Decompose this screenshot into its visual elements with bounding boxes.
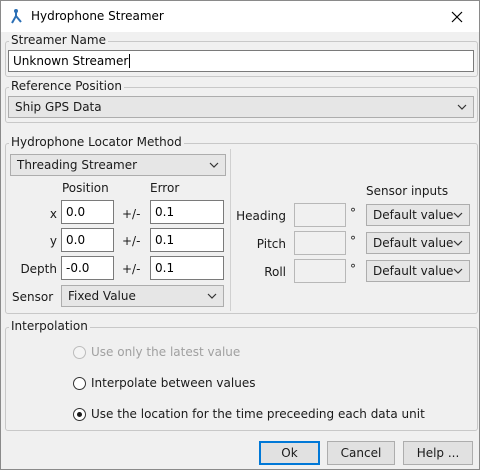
depth-position-input[interactable]: -0.0 — [61, 256, 114, 280]
roll-sensor-select[interactable]: Default value — [366, 260, 470, 282]
locator-method-select[interactable]: Threading Streamer — [10, 154, 226, 176]
title-bar[interactable]: Hydrophone Streamer — [1, 1, 479, 32]
depth-error-value: 0.1 — [155, 261, 175, 275]
radio-button-interpolate[interactable] — [73, 376, 86, 390]
streamer-name-value: Unknown Streamer — [13, 54, 129, 68]
cancel-button[interactable]: Cancel — [327, 441, 395, 465]
reference-position-value: Ship GPS Data — [15, 100, 102, 114]
pitch-label: Pitch — [256, 237, 286, 251]
radio-interpolate[interactable]: Interpolate between values — [73, 376, 255, 390]
x-position-input[interactable]: 0.0 — [61, 200, 114, 224]
heading-sensor-select[interactable]: Default value — [366, 204, 470, 226]
streamer-name-legend: Streamer Name — [9, 33, 108, 47]
ok-button[interactable]: Ok — [259, 441, 320, 465]
radio-latest-label: Use only the latest value — [91, 345, 241, 359]
hydrophone-app-icon — [11, 9, 22, 24]
radio-latest-value[interactable]: Use only the latest value — [73, 345, 240, 359]
streamer-name-input[interactable]: Unknown Streamer — [8, 50, 474, 72]
chevron-down-icon — [209, 162, 219, 168]
y-error-input[interactable]: 0.1 — [150, 228, 224, 252]
locator-method-legend: Hydrophone Locator Method — [9, 135, 184, 149]
pitch-input[interactable] — [294, 231, 346, 255]
pitch-sensor-select[interactable]: Default value — [366, 232, 470, 254]
sensor-inputs-header: Sensor inputs — [366, 184, 449, 198]
heading-label: Heading — [236, 209, 286, 223]
reference-position-legend: Reference Position — [9, 79, 124, 93]
error-header: Error — [150, 181, 180, 195]
roll-degree: ° — [350, 262, 356, 276]
heading-sensor-value: Default value — [373, 208, 454, 222]
y-plus-minus: +/- — [122, 234, 141, 248]
chevron-down-icon — [457, 104, 467, 110]
chevron-down-icon — [453, 240, 463, 246]
depth-plus-minus: +/- — [122, 262, 141, 276]
window-title: Hydrophone Streamer — [31, 9, 164, 23]
text-caret — [129, 54, 131, 68]
chevron-down-icon — [453, 268, 463, 274]
roll-label: Roll — [264, 265, 286, 279]
depth-error-input[interactable]: 0.1 — [150, 256, 224, 280]
pitch-degree: ° — [350, 234, 356, 248]
locator-divider — [230, 149, 231, 311]
depth-label: Depth — [20, 262, 57, 276]
y-error-value: 0.1 — [155, 233, 175, 247]
y-position-input[interactable]: 0.0 — [61, 228, 114, 252]
position-header: Position — [62, 181, 109, 195]
radio-preceeding[interactable]: Use the location for the time preceeding… — [73, 407, 425, 421]
radio-button-preceeding[interactable] — [73, 407, 86, 421]
reference-position-select[interactable]: Ship GPS Data — [8, 96, 474, 118]
sensor-value: Fixed Value — [68, 289, 136, 303]
sensor-select[interactable]: Fixed Value — [61, 285, 224, 307]
x-plus-minus: +/- — [122, 207, 141, 221]
close-icon — [451, 11, 463, 22]
roll-sensor-value: Default value — [373, 264, 454, 278]
x-label: x — [49, 207, 57, 221]
close-button[interactable] — [435, 1, 479, 32]
x-error-value: 0.1 — [155, 205, 175, 219]
chevron-down-icon — [453, 212, 463, 218]
y-position-value: 0.0 — [66, 233, 86, 247]
hydrophone-streamer-dialog: Hydrophone Streamer Streamer Name Unknow… — [0, 0, 480, 470]
heading-input[interactable] — [294, 203, 346, 227]
sensor-label: Sensor — [12, 290, 54, 304]
help-button[interactable]: Help ... — [403, 441, 473, 465]
pitch-sensor-value: Default value — [373, 236, 454, 250]
heading-degree: ° — [350, 206, 356, 220]
radio-button-latest[interactable] — [73, 345, 86, 359]
radio-interpolate-label: Interpolate between values — [91, 376, 256, 390]
depth-position-value: -0.0 — [66, 261, 90, 275]
chevron-down-icon — [207, 293, 217, 299]
locator-method-value: Threading Streamer — [17, 158, 138, 172]
x-position-value: 0.0 — [66, 205, 86, 219]
interpolation-legend: Interpolation — [9, 319, 90, 333]
radio-preceeding-label: Use the location for the time preceeding… — [91, 407, 425, 421]
roll-input[interactable] — [294, 259, 346, 283]
y-label: y — [49, 234, 57, 248]
x-error-input[interactable]: 0.1 — [150, 200, 224, 224]
